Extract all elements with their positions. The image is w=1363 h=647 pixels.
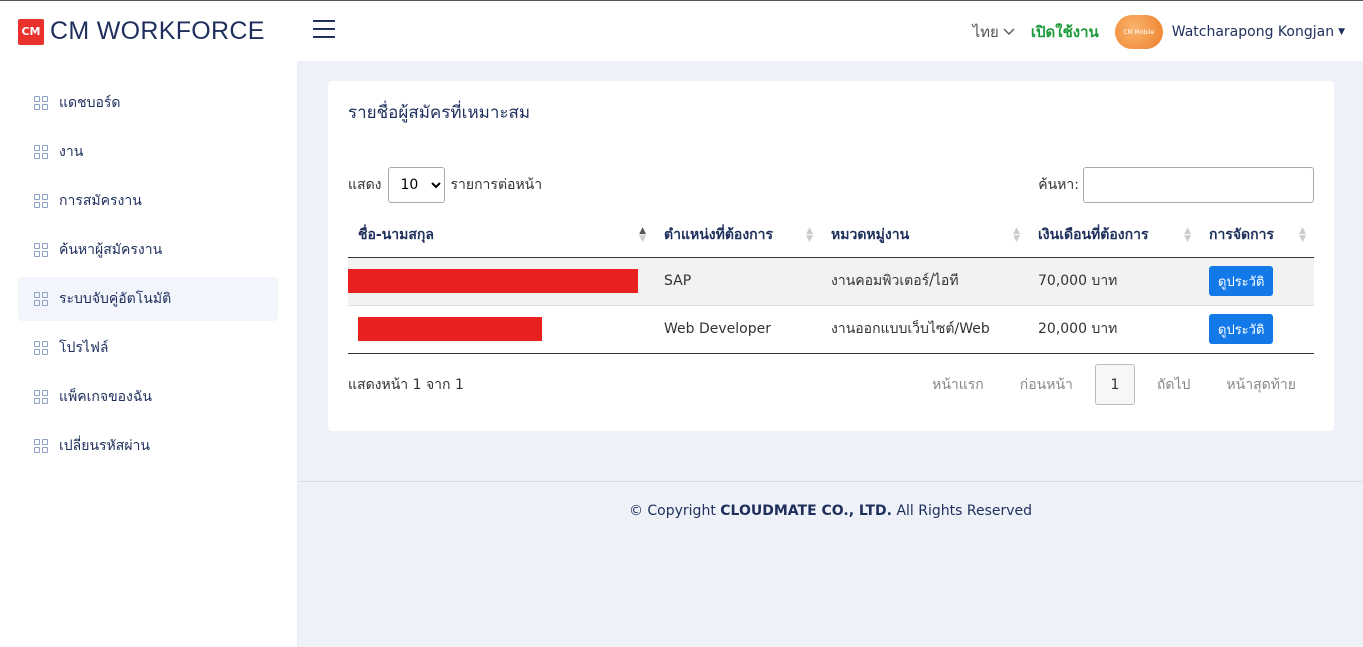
pager-current-page[interactable]: 1 xyxy=(1094,364,1135,405)
column-header-label: การจัดการ xyxy=(1209,227,1275,244)
top-navbar: CM CM WORKFORCE ไทย เปิดใช้งาน CM Mobile… xyxy=(0,0,1363,61)
footer: © Copyright CLOUDMATE CO., LTD. All Righ… xyxy=(298,481,1363,647)
cell-category: งานออกแบบเว็บไซต์/Web xyxy=(821,305,1028,354)
sidebar-item-label: ระบบจับคู่อัตโนมัติ xyxy=(59,291,172,307)
sidebar-item-label: แพ็คเกจของฉัน xyxy=(59,389,153,405)
column-header-2[interactable]: หมวดหมู่งาน ▲ ▼ xyxy=(821,214,1028,258)
pagination: หน้าแรก ก่อนหน้า 1 ถัดไป หน้าสุดท้าย xyxy=(914,364,1314,405)
cell-position: Web Developer xyxy=(654,305,821,354)
logo-text: CM WORKFORCE xyxy=(50,17,265,45)
user-menu[interactable]: Watcharapong Kongjan ▼ xyxy=(1172,24,1345,40)
copyright-prefix: © Copyright xyxy=(628,503,716,519)
hamburger-menu-icon[interactable] xyxy=(313,20,335,38)
sidebar-item-4[interactable]: ระบบจับคู่อัตโนมัติ xyxy=(18,277,278,321)
pager-prev[interactable]: ก่อนหน้า xyxy=(1002,374,1091,396)
user-name: Watcharapong Kongjan xyxy=(1171,24,1335,40)
cell-name xyxy=(348,257,654,306)
search-input[interactable] xyxy=(1083,167,1314,203)
table-row: SAP งานคอมพิวเตอร์/ไอที 70,000 บาท ดูประวัต… xyxy=(348,257,1314,306)
cell-position: SAP xyxy=(654,257,821,306)
cell-salary: 70,000 บาท xyxy=(1028,257,1199,306)
cell-name xyxy=(348,305,654,354)
table-row: Web Developer งานออกแบบเว็บไซต์/Web 20,000… xyxy=(348,305,1314,354)
column-header-1[interactable]: ตำแหน่งที่ต้องการ ▲ ▼ xyxy=(654,214,821,258)
candidate-card: รายชื่อผู้สมัครที่เหมาะสม แสดง 10 รายการ… xyxy=(328,81,1334,431)
copyright: © Copyright CLOUDMATE CO., LTD. All Righ… xyxy=(298,503,1363,519)
cell-salary: 20,000 บาท xyxy=(1028,305,1199,354)
column-header-label: เงินเดือนที่ต้องการ xyxy=(1038,227,1149,244)
view-profile-button[interactable]: ดูประวัติ xyxy=(1209,314,1274,344)
logo-mark: CM xyxy=(18,18,44,45)
sidebar-item-2[interactable]: การสมัครงาน xyxy=(18,179,278,223)
redaction-bar xyxy=(348,269,638,293)
length-suffix: รายการต่อหน้า xyxy=(450,177,543,193)
language-label: ไทย xyxy=(972,23,999,41)
table-info: แสดงหน้า 1 จาก 1 xyxy=(348,377,464,393)
grid-icon xyxy=(34,341,48,355)
sidebar-item-label: ค้นหาผู้สมัครงาน xyxy=(59,242,163,258)
grid-icon xyxy=(34,390,48,404)
sidebar-item-5[interactable]: โปรไฟล์ xyxy=(18,326,278,370)
grid-icon xyxy=(34,292,48,306)
page-length-control: แสดง 10 รายการต่อหน้า xyxy=(348,167,542,203)
sidebar-item-7[interactable]: เปลี่ยนรหัสผ่าน xyxy=(18,424,278,468)
chevron-down-icon xyxy=(1003,28,1015,35)
redaction-bar xyxy=(358,317,542,341)
sort-icon: ▲ ▼ xyxy=(1184,226,1191,244)
column-header-label: ชื่อ-นามสกุล xyxy=(358,227,434,244)
view-profile-button[interactable]: ดูประวัติ xyxy=(1209,266,1274,296)
grid-icon xyxy=(34,145,48,159)
table-header-row: ชื่อ-นามสกุล ▲ ▼ ตำแหน่งที่ต้องการ ▲ ▼ หมวดหมู… xyxy=(348,214,1314,258)
sidebar-item-6[interactable]: แพ็คเกจของฉัน xyxy=(18,375,278,419)
sidebar-item-0[interactable]: แดชบอร์ด xyxy=(18,81,278,125)
sidebar-item-label: การสมัครงาน xyxy=(59,193,142,209)
candidate-table: ชื่อ-นามสกุล ▲ ▼ ตำแหน่งที่ต้องการ ▲ ▼ หมวดหมู… xyxy=(348,214,1314,354)
language-selector[interactable]: ไทย xyxy=(973,20,1015,44)
account-status: เปิดใช้งาน xyxy=(1030,23,1099,41)
sidebar-item-label: งาน xyxy=(59,144,84,160)
pager-last[interactable]: หน้าสุดท้าย xyxy=(1208,374,1314,396)
grid-icon xyxy=(34,439,48,453)
grid-icon xyxy=(34,194,48,208)
sidebar-item-label: แดชบอร์ด xyxy=(59,95,121,111)
sidebar-item-1[interactable]: งาน xyxy=(18,130,278,174)
cell-action: ดูประวัติ xyxy=(1199,257,1314,306)
main-content: รายชื่อผู้สมัครที่เหมาะสม แสดง 10 รายการ… xyxy=(298,61,1363,647)
company-name: CLOUDMATE CO., LTD. xyxy=(720,503,892,519)
length-prefix: แสดง xyxy=(348,177,382,193)
cell-category: งานคอมพิวเตอร์/ไอที xyxy=(821,257,1028,306)
brand-logo[interactable]: CM CM WORKFORCE xyxy=(18,17,265,46)
grid-icon xyxy=(34,96,48,110)
avatar[interactable]: CM Mobile xyxy=(1114,15,1163,49)
cell-action: ดูประวัติ xyxy=(1199,305,1314,354)
sidebar: แดชบอร์ดงานการสมัครงานค้นหาผู้สมัครงานระ… xyxy=(0,61,298,647)
column-header-3[interactable]: เงินเดือนที่ต้องการ ▲ ▼ xyxy=(1028,214,1199,258)
copyright-suffix: All Rights Reserved xyxy=(896,503,1033,519)
pager-first[interactable]: หน้าแรก xyxy=(914,374,1002,396)
sort-icon: ▲ ▼ xyxy=(1013,226,1020,244)
sort-icon: ▲ ▼ xyxy=(639,226,646,244)
column-header-label: ตำแหน่งที่ต้องการ xyxy=(664,227,774,244)
column-header-label: หมวดหมู่งาน xyxy=(831,227,910,244)
pager-next[interactable]: ถัดไป xyxy=(1139,374,1209,396)
page-length-select[interactable]: 10 xyxy=(387,167,445,203)
search-control: ค้นหา: xyxy=(1038,167,1314,203)
sidebar-item-label: โปรไฟล์ xyxy=(59,340,109,356)
page-title: รายชื่อผู้สมัครที่เหมาะสม xyxy=(348,103,531,123)
sort-icon: ▲ ▼ xyxy=(1299,226,1306,244)
sidebar-item-3[interactable]: ค้นหาผู้สมัครงาน xyxy=(18,228,278,272)
top-right-area: ไทย เปิดใช้งาน CM Mobile Watcharapong Ko… xyxy=(973,14,1345,50)
grid-icon xyxy=(34,243,48,257)
sidebar-item-label: เปลี่ยนรหัสผ่าน xyxy=(59,438,150,454)
column-header-0[interactable]: ชื่อ-นามสกุล ▲ ▼ xyxy=(348,214,654,258)
search-label: ค้นหา: xyxy=(1038,177,1079,193)
column-header-4[interactable]: การจัดการ ▲ ▼ xyxy=(1199,214,1314,258)
sort-icon: ▲ ▼ xyxy=(806,226,813,244)
caret-down-icon: ▼ xyxy=(1338,27,1345,37)
